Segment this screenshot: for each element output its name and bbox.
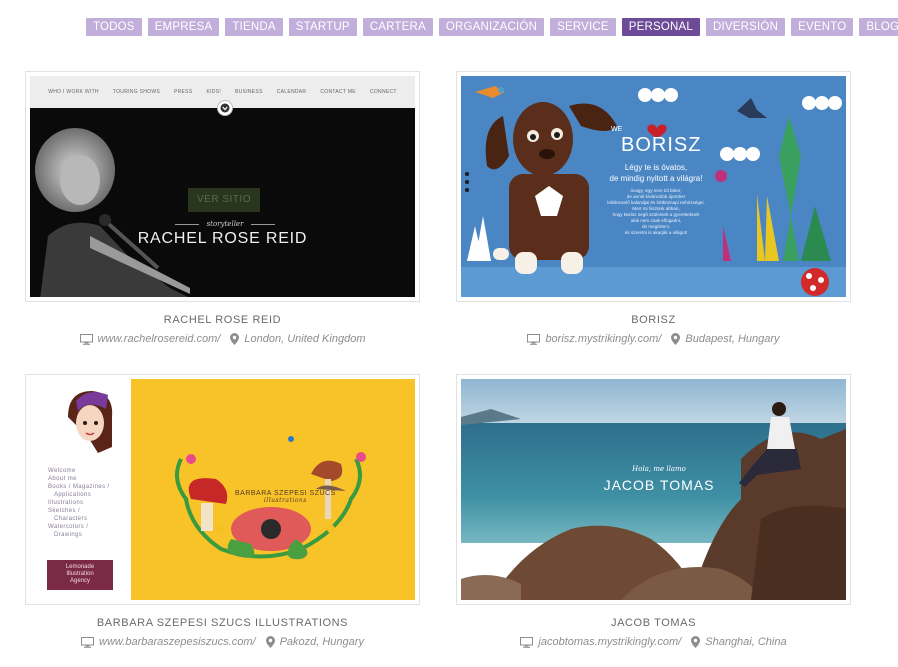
agency-line: Lemonade [65, 564, 95, 570]
preview-menu-item: Watercolors / [48, 524, 89, 530]
filter-tag-tienda[interactable]: TIENDA [225, 18, 283, 36]
preview-menu-item: Sketches / [48, 508, 81, 514]
site-title[interactable]: BARBARA SZEPESI SZUCS ILLUSTRATIONS [25, 617, 420, 629]
preview-menu-item: Welcome [48, 468, 76, 474]
filter-tag-diversion[interactable]: DIVERSIÓN [706, 18, 786, 36]
preview-line: Légy te is óvatos, [624, 163, 688, 172]
preview-tagline: storyteller [175, 220, 275, 228]
preview-name: BORISZ [621, 134, 702, 156]
site-meta: jacobtomas.mystrikingly.com/ Shanghai, C… [456, 636, 851, 648]
preview-nav-item: TOURING SHOWS [112, 89, 160, 95]
monitor-icon [79, 333, 93, 345]
site-meta: borisz.mystrikingly.com/ Budapest, Hunga… [456, 333, 851, 345]
filter-tag-empresa[interactable]: EMPRESA [147, 18, 220, 36]
agency-line: Illustration [66, 571, 94, 577]
avatar-illustration [68, 391, 113, 453]
filter-tag-cartera[interactable]: CARTERA [362, 18, 433, 36]
preview-we: WE [611, 126, 623, 133]
site-url-link[interactable]: borisz.mystrikingly.com/ [545, 333, 661, 345]
preview-menu-item: Applications [54, 492, 92, 498]
monitor-icon [81, 636, 95, 648]
location-pin-icon [230, 333, 240, 345]
preview-tagline: Légy te is óvatos, de mindig nyitott a v… [586, 162, 726, 184]
site-card-borisz: WE BORISZ Légy te is óvatos, de mindig n… [456, 71, 851, 345]
preview-menu-item: Books / Magazines / [48, 484, 110, 490]
filter-tag-evento[interactable]: EVENTO [791, 18, 854, 36]
filter-tag-todos[interactable]: TODOS [86, 18, 142, 36]
site-url-link[interactable]: jacobtomas.mystrikingly.com/ [538, 636, 681, 648]
view-site-button: VER SITIO [188, 188, 260, 212]
monitor-icon [527, 333, 541, 345]
preview-line: de mindig nyitott a világra! [609, 174, 703, 183]
preview-name: RACHEL ROSE REID [137, 230, 308, 247]
preview-nav-item: KIDS! [206, 89, 222, 95]
site-location: Shanghai, China [705, 636, 787, 648]
art-title-text: BARBARA SZEPESI SZUCS [235, 490, 336, 497]
preview-menu-item: Illustrations [48, 500, 84, 506]
category-filter-bar: TODOS EMPRESA TIENDA STARTUP CARTERA ORG… [86, 18, 898, 36]
site-meta: www.barbaraszepesiszucs.com/ Pakozd, Hun… [25, 636, 420, 648]
preview-menu: Welcome About me Books / Magazines / App… [48, 467, 110, 539]
preview-menu-item: Drawings [54, 532, 83, 538]
site-title[interactable]: RACHEL ROSE REID [25, 314, 420, 326]
preview-sidebar: Welcome About me Books / Magazines / App… [30, 379, 131, 600]
scroll-down-icon [217, 100, 233, 116]
filter-tag-blog[interactable]: BLOG [859, 18, 898, 36]
location-pin-icon [691, 636, 701, 648]
site-url-link[interactable]: www.rachelrosereid.com/ [98, 333, 221, 345]
location-pin-icon [671, 333, 681, 345]
site-location: Pakozd, Hungary [279, 636, 364, 648]
preview-greeting: Hola, me llamo [632, 465, 686, 473]
singer-photo [35, 128, 190, 297]
site-meta: www.rachelrosereid.com/ London, United K… [25, 333, 420, 345]
art-subtitle-text: illustrations [263, 497, 307, 504]
site-location: Budapest, Hungary [685, 333, 780, 345]
preview-small-line: és szeretni is akarják a világot! [624, 230, 688, 235]
preview-menu-item: Characters [54, 516, 88, 522]
site-url-link[interactable]: www.barbaraszepesiszucs.com/ [99, 636, 256, 648]
site-card-barbara-szepesi-szucs: Welcome About me Books / Magazines / App… [25, 374, 420, 648]
borisz-illustration [465, 86, 842, 296]
preview-nav-item: WHO I WORK WITH [48, 89, 99, 95]
site-thumbnail[interactable]: WE BORISZ Légy te is óvatos, de mindig n… [456, 71, 851, 302]
preview-nav-item: CONTACT ME [320, 89, 356, 95]
preview-hero: VER SITIO storyteller RACHEL ROSE REID [30, 108, 415, 297]
site-thumbnail[interactable]: Welcome About me Books / Magazines / App… [25, 374, 420, 605]
site-location: London, United Kingdom [244, 333, 366, 345]
filter-tag-startup[interactable]: STARTUP [288, 18, 357, 36]
site-card-jacob-tomas: Hola, me llamo JACOB TOMAS JACOB TOMAS j… [456, 374, 851, 648]
preview-menu-item: About me [48, 476, 77, 482]
preview-nav-item: CALENDAR [276, 89, 307, 95]
preview-description: óvagy, egy nem túl bátor, de annál kíván… [591, 188, 721, 236]
site-thumbnail[interactable]: WHO I WORK WITH TOURING SHOWS PRESS KIDS… [25, 71, 420, 302]
filter-tag-organizacion[interactable]: ORGANIZACIÓN [438, 18, 545, 36]
filter-tag-personal[interactable]: PERSONAL [621, 18, 701, 36]
location-pin-icon [265, 636, 275, 648]
site-title[interactable]: JACOB TOMAS [456, 617, 851, 629]
agency-badge: Lemonade Illustration Agency [47, 560, 113, 590]
preview-nav-item: CONNECT [369, 89, 397, 95]
monitor-icon [520, 636, 534, 648]
filter-tag-service[interactable]: SERVICE [550, 18, 616, 36]
preview-nav-item: BUSINESS [235, 89, 263, 95]
site-title[interactable]: BORISZ [456, 314, 851, 326]
preview-nav-item: PRESS [174, 89, 193, 95]
site-thumbnail[interactable]: Hola, me llamo JACOB TOMAS [456, 374, 851, 605]
agency-line: Agency [69, 578, 90, 584]
preview-name: JACOB TOMAS [603, 477, 715, 493]
preview-art-title: BARBARA SZEPESI SZUCS illustrations [235, 490, 336, 504]
site-card-rachel-rose-reid: WHO I WORK WITH TOURING SHOWS PRESS KIDS… [25, 71, 420, 345]
